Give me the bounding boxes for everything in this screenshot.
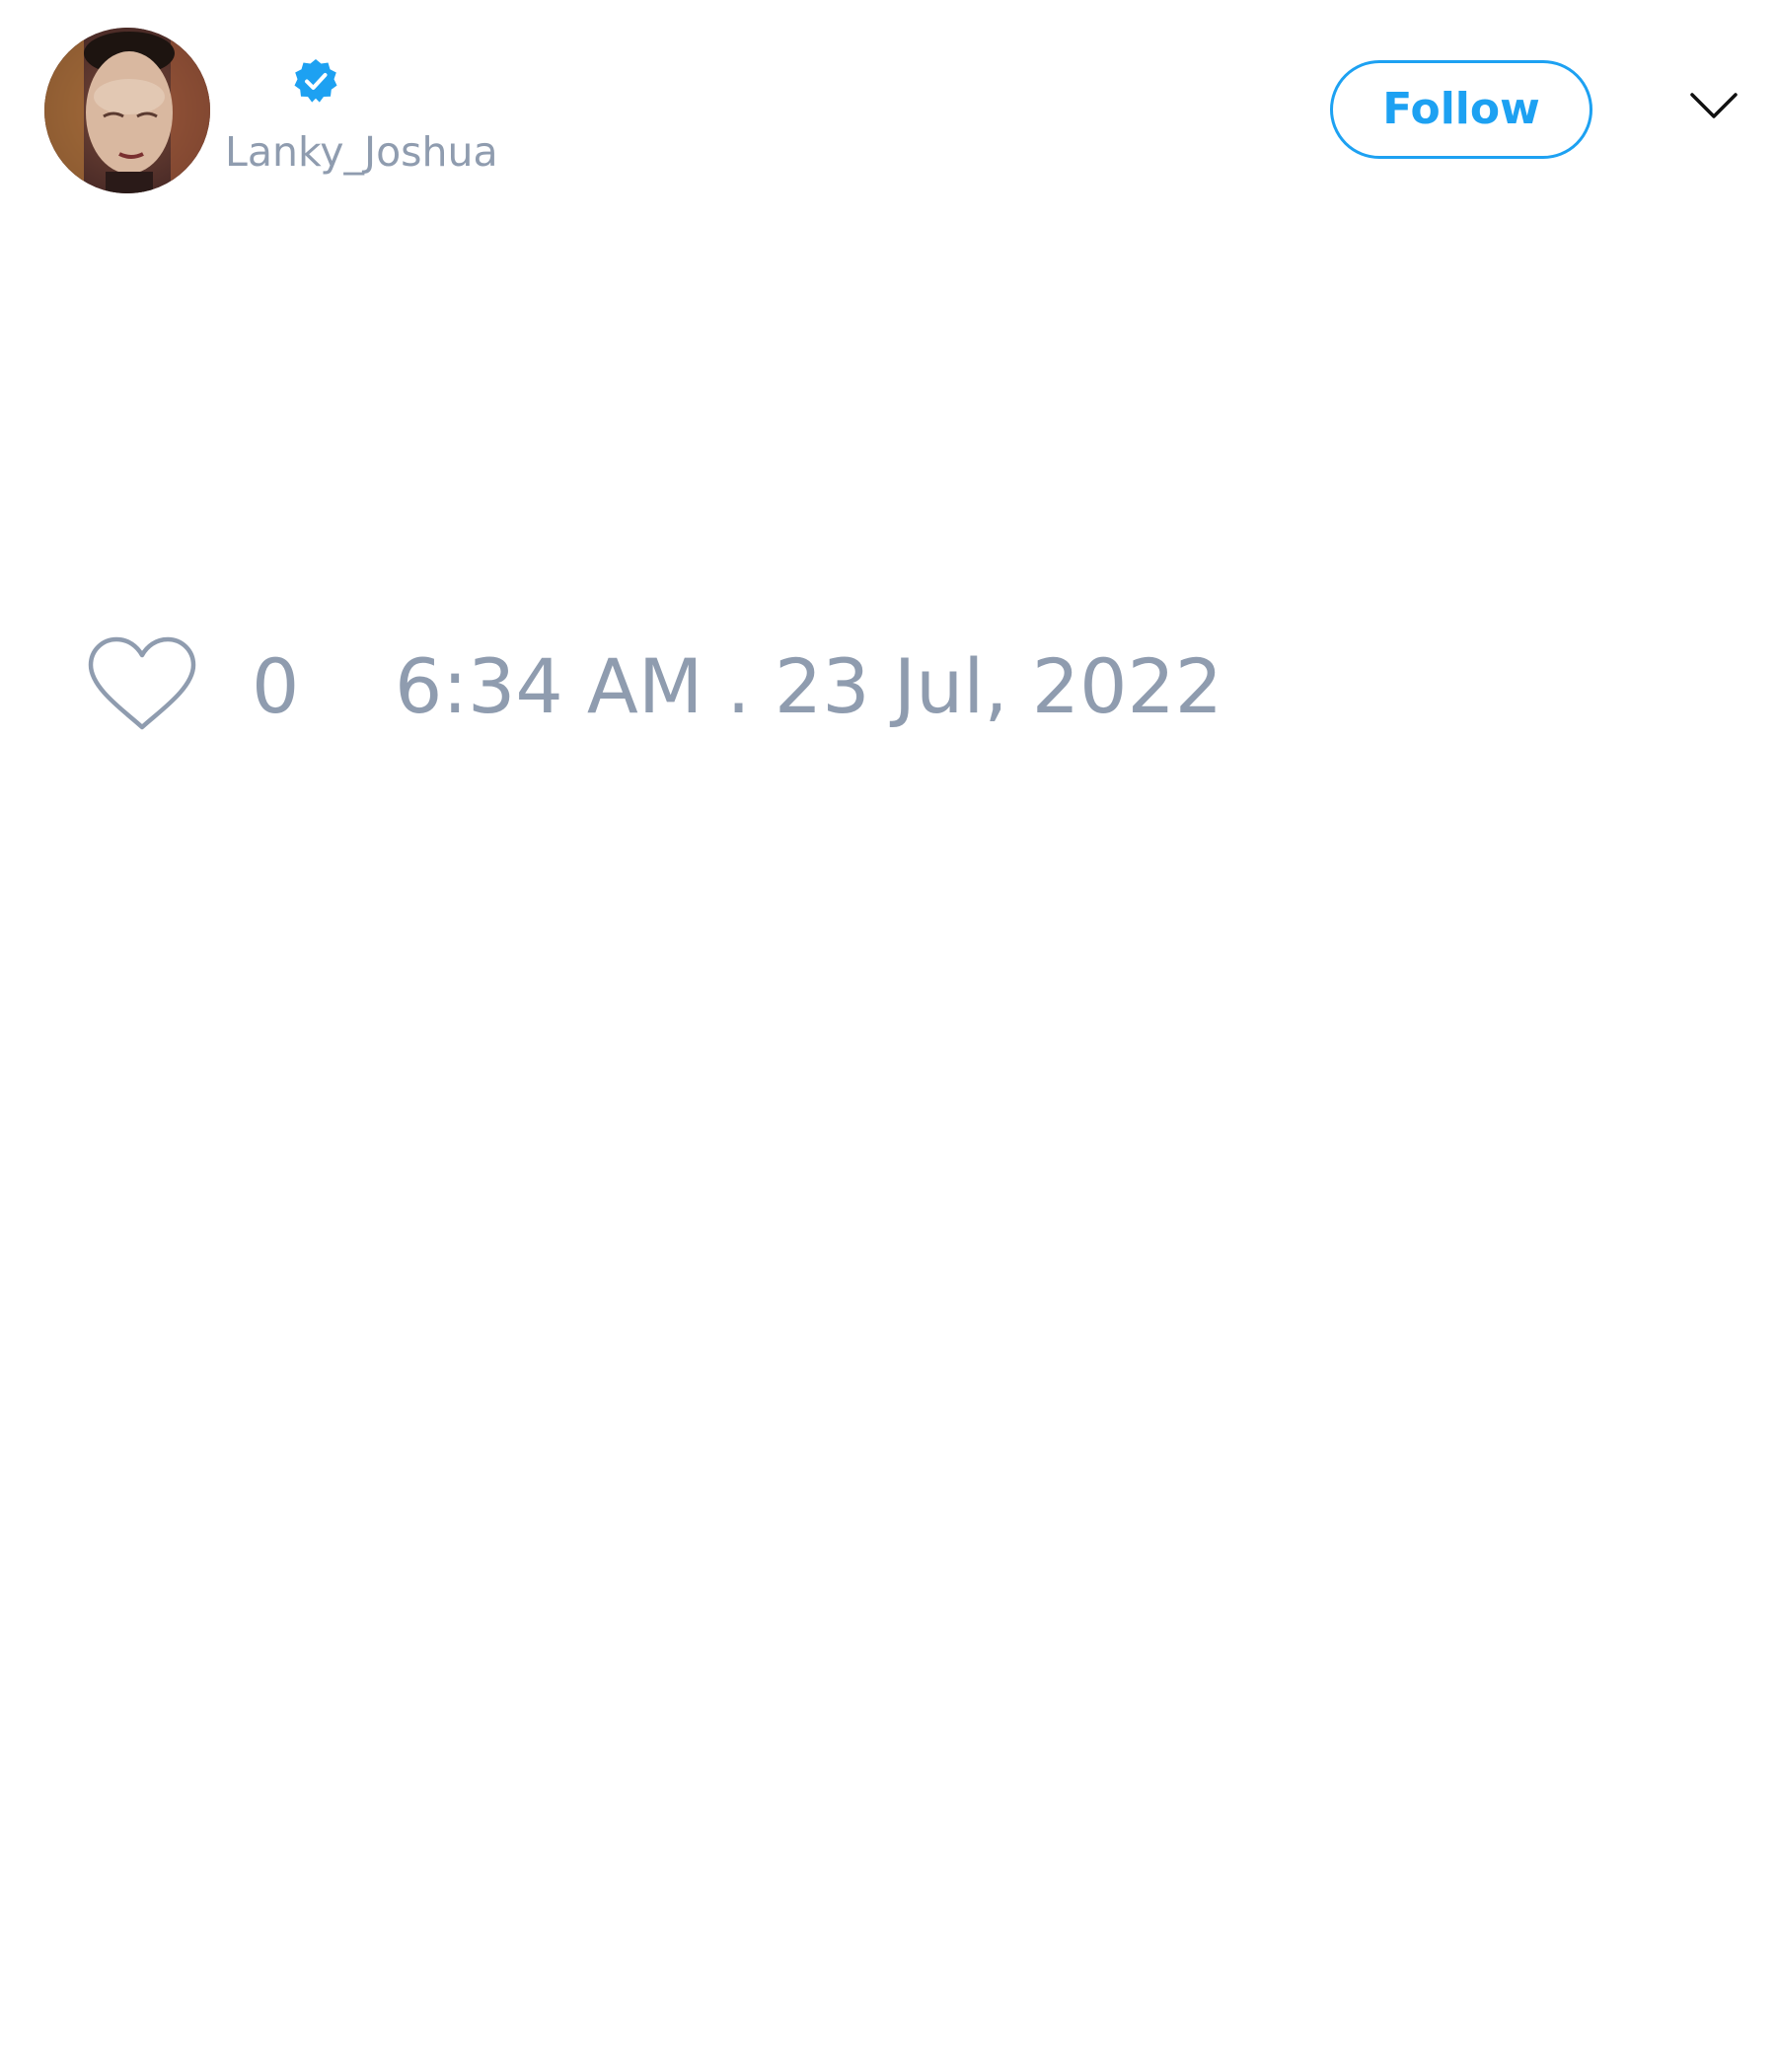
verified-badge-icon xyxy=(294,59,337,103)
user-handle[interactable]: Lanky_Joshua xyxy=(225,124,498,180)
chevron-down-icon[interactable] xyxy=(1689,91,1739,120)
follow-button[interactable]: Follow xyxy=(1330,60,1592,159)
heart-outline-icon[interactable] xyxy=(87,635,197,734)
tweet-footer: 0 6:34 AM . 23 Jul, 2022 xyxy=(0,622,1776,740)
avatar-image xyxy=(44,28,210,193)
like-count: 0 xyxy=(252,642,300,730)
avatar[interactable] xyxy=(44,28,210,193)
tweet-header: Lanky_Joshua Follow xyxy=(0,0,1776,217)
tweet-timestamp[interactable]: 6:34 AM . 23 Jul, 2022 xyxy=(395,641,1222,732)
